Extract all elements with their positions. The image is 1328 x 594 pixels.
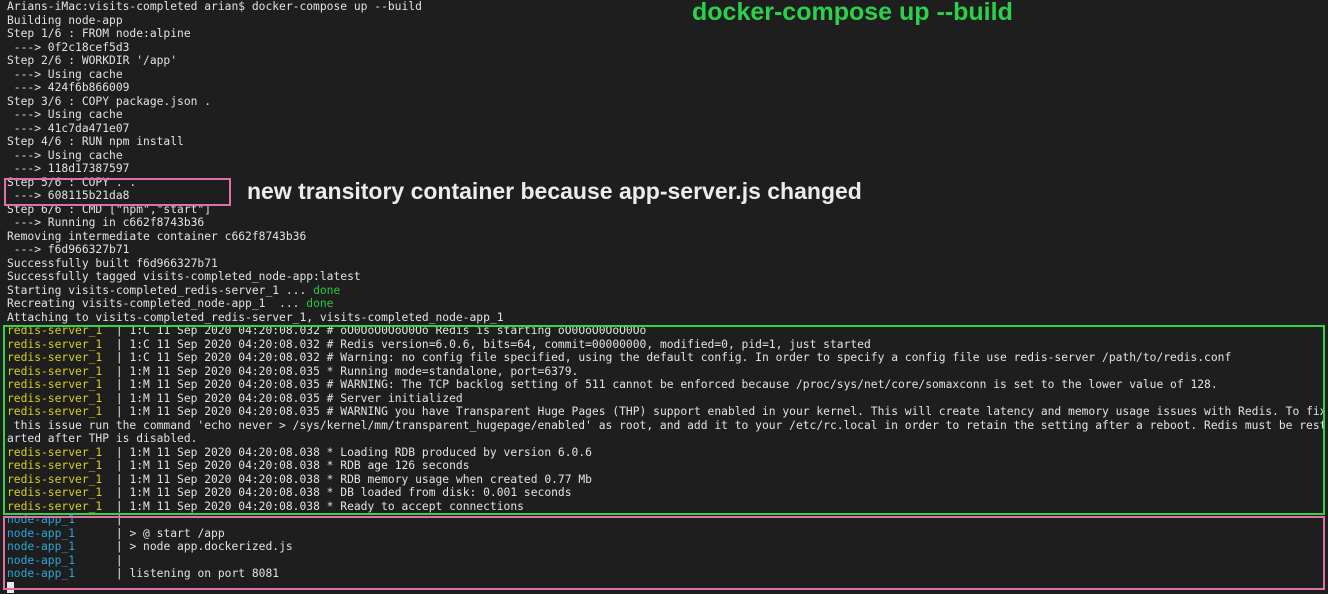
attach-line: Attaching to visits-completed_redis-serv… [7, 311, 1325, 325]
redis-log-highlight [3, 325, 1325, 515]
build-line: Step 3/6 : COPY package.json . [7, 95, 1325, 109]
build-line: Step 4/6 : RUN npm install [7, 135, 1325, 149]
node-log-highlight [3, 516, 1325, 590]
copy-step-highlight [4, 178, 231, 206]
done-status: done [306, 297, 333, 310]
build-line: ---> 41c7da471e07 [7, 122, 1325, 136]
build-line: ---> f6d966327b71 [7, 243, 1325, 257]
start-line-text: Recreating visits-completed_node-app_1 .… [7, 297, 306, 310]
build-line: ---> 424f6b866009 [7, 81, 1325, 95]
start-line: Recreating visits-completed_node-app_1 .… [7, 297, 1325, 311]
build-line: Removing intermediate container c662f874… [7, 230, 1325, 244]
build-line: ---> Running in c662f8743b36 [7, 216, 1325, 230]
build-line: ---> Using cache [7, 108, 1325, 122]
done-status: done [313, 284, 340, 297]
build-line: Building node-app [7, 14, 1325, 28]
container-start-output: Starting visits-completed_redis-server_1… [7, 284, 1325, 311]
build-line: Step 1/6 : FROM node:alpine [7, 27, 1325, 41]
build-line: ---> 118d17387597 [7, 162, 1325, 176]
build-line: Step 2/6 : WORKDIR '/app' [7, 54, 1325, 68]
build-output: Arians-iMac:visits-completed arian$ dock… [7, 0, 1325, 284]
build-line: Arians-iMac:visits-completed arian$ dock… [7, 0, 1325, 14]
start-line: Starting visits-completed_redis-server_1… [7, 284, 1325, 298]
build-line: ---> Using cache [7, 68, 1325, 82]
start-line-text: Starting visits-completed_redis-server_1… [7, 284, 313, 297]
build-line: Successfully built f6d966327b71 [7, 257, 1325, 271]
build-line: ---> Using cache [7, 149, 1325, 163]
command-annotation: docker-compose up --build [692, 0, 1013, 27]
copy-step-annotation: new transitory container because app-ser… [247, 178, 862, 205]
build-line: Successfully tagged visits-completed_nod… [7, 270, 1325, 284]
build-line: ---> 0f2c18cef5d3 [7, 41, 1325, 55]
